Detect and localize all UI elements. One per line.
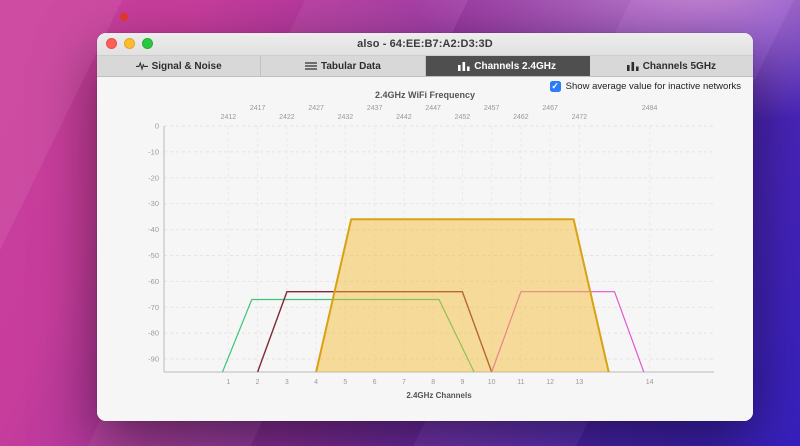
inactive-networks-checkbox[interactable]: ✓ [549,81,561,92]
tab-bar: Signal & Noise Tabular Data Channels 2.4… [97,56,753,77]
y-tick-label: 0 [155,122,159,131]
tab-label: Tabular Data [320,60,381,72]
inactive-networks-checkbox-label: Show average value for inactive networks [565,81,741,92]
wifi-analyzer-window: also - 64:EE:B7:A2:D3:3D Signal & Noise … [97,33,753,421]
y-tick-label: -90 [148,355,159,364]
bar-chart-icon [458,62,470,71]
inactive-networks-checkbox-row[interactable]: ✓ Show average value for inactive networ… [549,81,741,92]
close-button[interactable] [106,38,117,49]
tab-label: Signal & Noise [151,60,222,72]
x-axis-label: 2.4GHz Channels [406,391,472,400]
y-tick-label: -30 [148,199,159,208]
channel-tick-label: 6 [373,379,377,386]
channel-tick-label: 1 [226,379,230,386]
y-tick-label: -50 [148,251,159,260]
frequency-tick-label: 2417 [250,105,266,112]
channel-tick-label: 3 [285,379,289,386]
network-shape-orange [315,218,610,373]
frequency-tick-label: 2472 [572,114,588,121]
traffic-lights [106,38,153,49]
chart-panel: ✓ Show average value for inactive networ… [97,77,753,421]
channel-tick-label: 2 [256,379,260,386]
channel-tick-label: 7 [402,379,406,386]
minimize-button[interactable] [124,38,135,49]
frequency-tick-label: 2462 [513,114,529,121]
frequency-tick-label: 2457 [484,105,500,112]
red-status-dot [120,13,128,21]
title-bar[interactable]: also - 64:EE:B7:A2:D3:3D [97,33,753,56]
channel-tick-label: 5 [343,379,347,386]
tab-signal-noise[interactable]: Signal & Noise [97,56,262,76]
frequency-tick-label: 2467 [542,105,558,112]
channel-tick-label: 4 [314,379,318,386]
y-tick-label: -40 [148,225,159,234]
y-tick-label: -70 [148,303,159,312]
channel-tick-label: 14 [646,379,654,386]
y-tick-label: -80 [148,329,159,338]
tab-tabular-data[interactable]: Tabular Data [261,56,426,76]
frequency-tick-label: 2437 [367,105,383,112]
tab-channels-24ghz[interactable]: Channels 2.4GHz [425,56,590,76]
frequency-tick-label: 2412 [221,114,237,121]
frequency-tick-label: 2484 [642,105,658,112]
window-title: also - 64:EE:B7:A2:D3:3D [357,38,493,50]
frequency-tick-label: 2422 [279,114,295,121]
frequency-tick-label: 2432 [338,114,354,121]
frequency-tick-label: 2452 [455,114,471,121]
waveform-icon [135,61,148,71]
channel-tick-label: 12 [546,379,554,386]
channel-tick-label: 13 [576,379,584,386]
channel-tick-label: 11 [517,379,524,386]
channel-tick-label: 9 [460,379,464,386]
y-tick-label: -10 [148,147,159,156]
desktop: { "colors": { "accent_blue": "#2a7cf7", … [0,0,800,446]
frequency-tick-label: 2447 [425,105,441,112]
frequency-tick-label: 2442 [396,114,412,121]
list-icon [304,62,317,70]
tab-label: Channels 5GHz [642,60,717,72]
tab-channels-5ghz[interactable]: Channels 5GHz [590,56,753,76]
channels-24ghz-chart: 0-10-20-30-40-50-60-70-80-90241224172422… [148,105,714,400]
zoom-button[interactable] [142,38,153,49]
tab-label: Channels 2.4GHz [474,60,556,72]
bar-chart-icon [626,62,639,71]
y-tick-label: -20 [148,173,159,182]
y-tick-label: -60 [148,277,159,286]
channel-tick-label: 8 [431,379,435,386]
channel-tick-label: 10 [488,379,496,386]
frequency-tick-label: 2427 [308,105,324,112]
